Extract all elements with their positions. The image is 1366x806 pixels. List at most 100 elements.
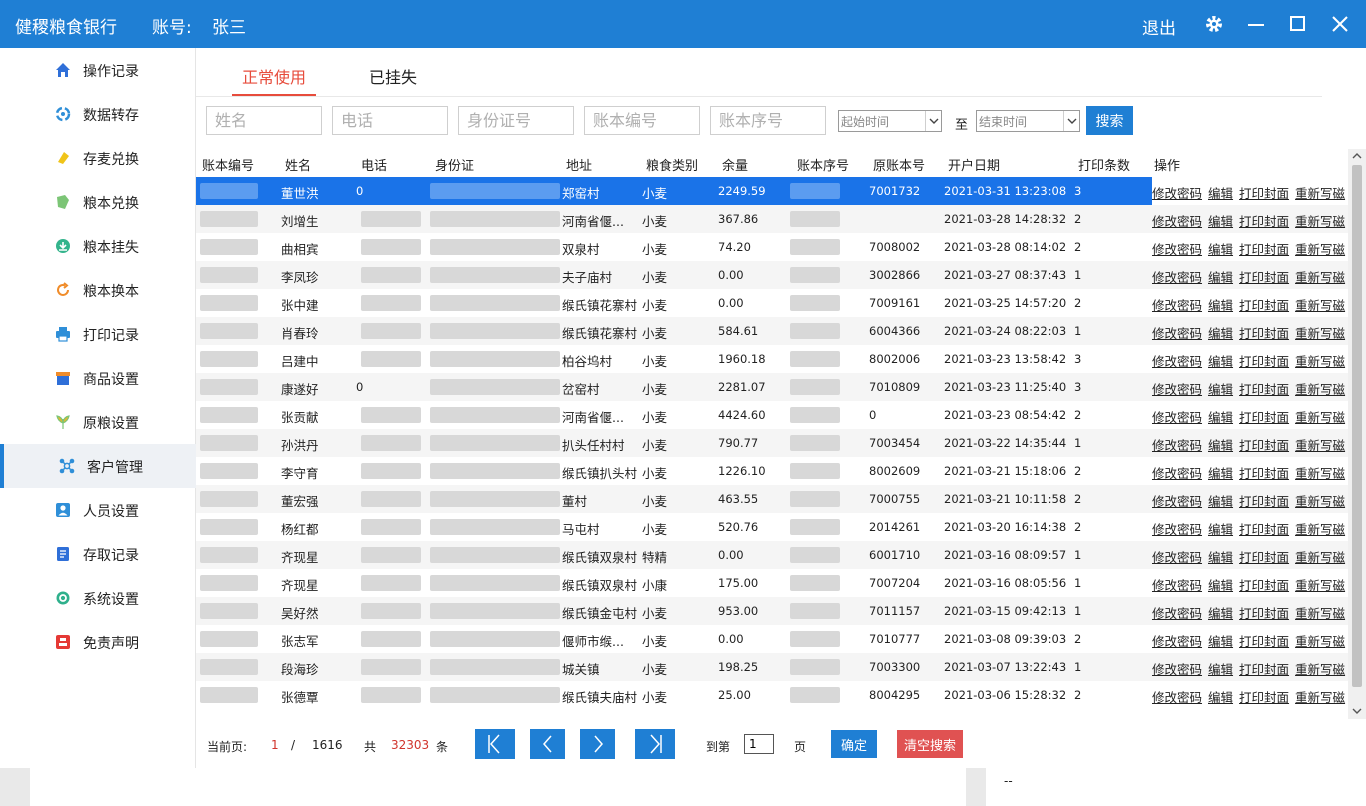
- start-time-select[interactable]: 起始时间: [838, 110, 942, 132]
- rewrite-card-link[interactable]: 重新写磁: [1295, 298, 1345, 313]
- change-password-link[interactable]: 修改密码: [1152, 354, 1202, 369]
- edit-link[interactable]: 编辑: [1208, 606, 1233, 621]
- table-row[interactable]: 杨红都 马屯村 小麦 520.76 2014261 2021-03-20 16:14:38…: [196, 513, 1348, 541]
- column-header[interactable]: 电话: [361, 155, 387, 174]
- sidebar-item-3[interactable]: 粮本兑换: [0, 180, 196, 224]
- edit-link[interactable]: 编辑: [1208, 550, 1233, 565]
- rewrite-card-link[interactable]: 重新写磁: [1295, 410, 1345, 425]
- settings-button[interactable]: [1200, 10, 1228, 38]
- column-header[interactable]: 账本编号: [202, 155, 254, 174]
- close-button[interactable]: [1326, 10, 1354, 38]
- column-header[interactable]: 打印条数: [1078, 155, 1130, 174]
- rewrite-card-link[interactable]: 重新写磁: [1295, 690, 1345, 705]
- table-row[interactable]: 康遂好 0 岔窑村 小麦 2281.07 7010809 2021-03-23 11:25:…: [196, 373, 1348, 401]
- print-cover-link[interactable]: 打印封面: [1239, 606, 1289, 621]
- sidebar-item-6[interactable]: 打印记录: [0, 312, 196, 356]
- book-seq-search-input[interactable]: [710, 106, 826, 135]
- sidebar-item-4[interactable]: 粮本挂失: [0, 224, 196, 268]
- print-cover-link[interactable]: 打印封面: [1239, 326, 1289, 341]
- change-password-link[interactable]: 修改密码: [1152, 242, 1202, 257]
- change-password-link[interactable]: 修改密码: [1152, 298, 1202, 313]
- sidebar-item-5[interactable]: 粮本换本: [0, 268, 196, 312]
- table-row[interactable]: 吕建中 柏谷坞村 小麦 1960.18 8002006 2021-03-23 13:58:…: [196, 345, 1348, 373]
- sidebar-item-9[interactable]: 客户管理: [0, 444, 196, 488]
- logout-button[interactable]: 退出: [1142, 14, 1176, 39]
- edit-link[interactable]: 编辑: [1208, 382, 1233, 397]
- sidebar-item-13[interactable]: 免责声明: [0, 620, 196, 664]
- sidebar-item-8[interactable]: 原粮设置: [0, 400, 196, 444]
- rewrite-card-link[interactable]: 重新写磁: [1295, 326, 1345, 341]
- rewrite-card-link[interactable]: 重新写磁: [1295, 382, 1345, 397]
- print-cover-link[interactable]: 打印封面: [1239, 466, 1289, 481]
- change-password-link[interactable]: 修改密码: [1152, 634, 1202, 649]
- rewrite-card-link[interactable]: 重新写磁: [1295, 214, 1345, 229]
- rewrite-card-link[interactable]: 重新写磁: [1295, 550, 1345, 565]
- rewrite-card-link[interactable]: 重新写磁: [1295, 662, 1345, 677]
- scroll-up-icon[interactable]: [1352, 152, 1362, 160]
- table-row[interactable]: 张志军 偃师市缑... 小麦 0.00 7010777 2021-03-08 09:39:…: [196, 625, 1348, 653]
- column-header[interactable]: 账本序号: [797, 155, 849, 174]
- column-header[interactable]: 余量: [722, 155, 748, 174]
- column-header[interactable]: 粮食类别: [646, 155, 698, 174]
- sidebar-item-11[interactable]: 存取记录: [0, 532, 196, 576]
- change-password-link[interactable]: 修改密码: [1152, 662, 1202, 677]
- table-row[interactable]: 张贡献 河南省偃... 小麦 4424.60 0 2021-03-23 08:54:42 2…: [196, 401, 1348, 429]
- column-header[interactable]: 姓名: [285, 155, 311, 174]
- rewrite-card-link[interactable]: 重新写磁: [1295, 522, 1345, 537]
- change-password-link[interactable]: 修改密码: [1152, 270, 1202, 285]
- print-cover-link[interactable]: 打印封面: [1239, 242, 1289, 257]
- column-header[interactable]: 身份证: [435, 155, 474, 174]
- book-no-search-input[interactable]: [584, 106, 700, 135]
- rewrite-card-link[interactable]: 重新写磁: [1295, 270, 1345, 285]
- edit-link[interactable]: 编辑: [1208, 634, 1233, 649]
- table-row[interactable]: 曲相宾 双泉村 小麦 74.20 7008002 2021-03-28 08:14:02 2…: [196, 233, 1348, 261]
- print-cover-link[interactable]: 打印封面: [1239, 214, 1289, 229]
- print-cover-link[interactable]: 打印封面: [1239, 298, 1289, 313]
- sidebar-item-0[interactable]: 操作记录: [0, 48, 196, 92]
- column-header[interactable]: 操作: [1154, 155, 1180, 174]
- change-password-link[interactable]: 修改密码: [1152, 438, 1202, 453]
- table-row[interactable]: 齐现星 缑氏镇双泉村 小康 175.00 7007204 2021-03-16 08:05…: [196, 569, 1348, 597]
- scroll-down-icon[interactable]: [1352, 707, 1362, 715]
- table-row[interactable]: 张德覃 缑氏镇夫庙村 小麦 25.00 8004295 2021-03-06 15:28:…: [196, 681, 1348, 709]
- change-password-link[interactable]: 修改密码: [1152, 494, 1202, 509]
- print-cover-link[interactable]: 打印封面: [1239, 550, 1289, 565]
- edit-link[interactable]: 编辑: [1208, 522, 1233, 537]
- sidebar-item-2[interactable]: 存麦兑换: [0, 136, 196, 180]
- edit-link[interactable]: 编辑: [1208, 326, 1233, 341]
- print-cover-link[interactable]: 打印封面: [1239, 270, 1289, 285]
- sidebar-item-7[interactable]: 商品设置: [0, 356, 196, 400]
- print-cover-link[interactable]: 打印封面: [1239, 438, 1289, 453]
- rewrite-card-link[interactable]: 重新写磁: [1295, 606, 1345, 621]
- rewrite-card-link[interactable]: 重新写磁: [1295, 242, 1345, 257]
- prev-page-button[interactable]: [530, 729, 565, 759]
- table-row[interactable]: 董世洪 0 郑窑村 小麦 2249.59 7001732 2021-03-31 13:23:…: [196, 177, 1348, 205]
- last-page-button[interactable]: [635, 729, 675, 759]
- change-password-link[interactable]: 修改密码: [1152, 550, 1202, 565]
- table-row[interactable]: 孙洪丹 扒头任村村 小麦 790.77 7003454 2021-03-22 14:35:…: [196, 429, 1348, 457]
- table-row[interactable]: 段海珍 城关镇 小麦 198.25 7003300 2021-03-07 13:22:43…: [196, 653, 1348, 681]
- change-password-link[interactable]: 修改密码: [1152, 410, 1202, 425]
- change-password-link[interactable]: 修改密码: [1152, 690, 1202, 705]
- table-row[interactable]: 李凤珍 夫子庙村 小麦 0.00 3002866 2021-03-27 08:37:43 1…: [196, 261, 1348, 289]
- end-time-select[interactable]: 结束时间: [976, 110, 1080, 132]
- first-page-button[interactable]: [475, 729, 515, 759]
- sidebar-item-1[interactable]: 数据转存: [0, 92, 196, 136]
- change-password-link[interactable]: 修改密码: [1152, 382, 1202, 397]
- goto-page-input[interactable]: [744, 734, 774, 754]
- edit-link[interactable]: 编辑: [1208, 410, 1233, 425]
- sidebar-item-12[interactable]: 系统设置: [0, 576, 196, 620]
- rewrite-card-link[interactable]: 重新写磁: [1295, 578, 1345, 593]
- change-password-link[interactable]: 修改密码: [1152, 578, 1202, 593]
- tab-lost[interactable]: 已挂失: [369, 64, 417, 88]
- column-header[interactable]: 地址: [566, 155, 592, 174]
- rewrite-card-link[interactable]: 重新写磁: [1295, 634, 1345, 649]
- confirm-button[interactable]: 确定: [831, 730, 877, 758]
- edit-link[interactable]: 编辑: [1208, 438, 1233, 453]
- search-button[interactable]: 搜索: [1086, 106, 1133, 135]
- id-search-input[interactable]: [458, 106, 574, 135]
- change-password-link[interactable]: 修改密码: [1152, 326, 1202, 341]
- print-cover-link[interactable]: 打印封面: [1239, 186, 1289, 201]
- table-row[interactable]: 李守育 缑氏镇扒头村 小麦 1226.10 8002609 2021-03-21 15:1…: [196, 457, 1348, 485]
- column-header[interactable]: 开户日期: [948, 155, 1000, 174]
